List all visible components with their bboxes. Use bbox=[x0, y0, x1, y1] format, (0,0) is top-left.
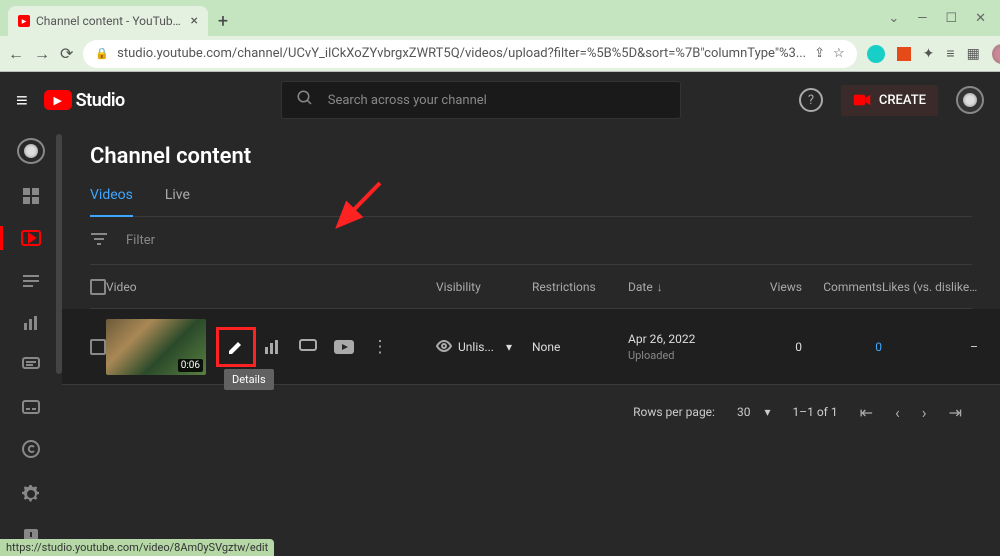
grid-icon[interactable]: ▦ bbox=[967, 46, 980, 62]
row-checkbox[interactable] bbox=[90, 339, 106, 355]
playlist-icon[interactable]: ≡ bbox=[946, 45, 954, 62]
extension-icon-1[interactable] bbox=[867, 45, 885, 63]
url-bar[interactable]: 🔒 studio.youtube.com/channel/UCvY_ilCkXo… bbox=[83, 40, 856, 68]
tab-videos[interactable]: Videos bbox=[90, 187, 133, 217]
select-all-checkbox[interactable] bbox=[90, 279, 106, 295]
browser-toolbar: ← → ⟳ 🔒 studio.youtube.com/channel/UCvY_… bbox=[0, 36, 1000, 72]
create-button[interactable]: CREATE bbox=[841, 85, 938, 116]
first-page-button[interactable]: ⇤ bbox=[860, 403, 873, 422]
analytics-button[interactable] bbox=[254, 329, 290, 365]
prev-page-button[interactable]: ‹ bbox=[895, 403, 900, 422]
maximize-icon[interactable]: ☐ bbox=[945, 11, 957, 26]
browser-status-link: https://studio.youtube.com/video/8Am0ySV… bbox=[0, 539, 274, 556]
tab-title: Channel content - YouTube Studi bbox=[36, 14, 185, 28]
video-duration: 0:06 bbox=[178, 359, 203, 372]
sidebar bbox=[0, 128, 62, 556]
column-video[interactable]: Video bbox=[106, 280, 436, 294]
url-text: studio.youtube.com/channel/UCvY_ilCkXoZY… bbox=[117, 46, 806, 61]
page-title: Channel content bbox=[90, 144, 972, 169]
forward-button[interactable]: → bbox=[34, 44, 50, 64]
filter-icon[interactable] bbox=[90, 230, 108, 251]
visibility-icon bbox=[436, 338, 452, 356]
table-header: Video Visibility Restrictions Date↓ View… bbox=[90, 265, 972, 309]
app: ≡ ▶ Studio Search across your channel ? … bbox=[0, 72, 1000, 556]
edit-details-button[interactable] bbox=[218, 329, 254, 365]
user-avatar[interactable] bbox=[956, 86, 984, 114]
extension-icons: ✦ ≡ ▦ ⋮ bbox=[867, 44, 1000, 64]
row-date: Apr 26, 2022 Uploaded bbox=[628, 332, 738, 362]
window-controls: ⌄ — ☐ ✕ bbox=[888, 11, 1000, 36]
search-icon bbox=[296, 89, 314, 111]
video-thumbnail[interactable]: 0:06 bbox=[106, 319, 206, 375]
comments-button[interactable] bbox=[290, 329, 326, 365]
sidebar-item-subtitles[interactable] bbox=[0, 387, 62, 427]
close-tab-icon[interactable]: × bbox=[191, 13, 198, 29]
sidebar-item-content[interactable] bbox=[0, 218, 62, 258]
column-likes[interactable]: Likes (vs. dislike... bbox=[882, 280, 982, 294]
youtube-link-button[interactable] bbox=[326, 329, 362, 365]
last-page-button[interactable]: ⇥ bbox=[949, 403, 962, 422]
sort-desc-icon: ↓ bbox=[657, 280, 663, 294]
close-window-icon[interactable]: ✕ bbox=[975, 11, 986, 26]
dropdown-icon: ▾ bbox=[764, 405, 770, 419]
studio-header: ≡ ▶ Studio Search across your channel ? … bbox=[0, 72, 1000, 128]
create-camera-icon bbox=[853, 93, 871, 107]
youtube-favicon bbox=[18, 15, 30, 27]
sidebar-item-analytics[interactable] bbox=[0, 303, 62, 343]
sidebar-channel-avatar[interactable] bbox=[17, 138, 45, 164]
next-page-button[interactable]: › bbox=[922, 403, 927, 422]
rows-per-page-label: Rows per page: bbox=[633, 405, 715, 419]
search-placeholder: Search across your channel bbox=[328, 93, 487, 108]
sidebar-item-settings[interactable] bbox=[0, 474, 62, 514]
column-views[interactable]: Views bbox=[738, 280, 802, 294]
tooltip-details: Details bbox=[224, 369, 274, 390]
logo-text: Studio bbox=[76, 90, 125, 111]
minimize-icon[interactable]: — bbox=[917, 11, 927, 26]
browser-tab[interactable]: Channel content - YouTube Studi × bbox=[8, 6, 208, 36]
column-comments[interactable]: Comments bbox=[802, 280, 882, 294]
sidebar-item-copyright[interactable] bbox=[0, 429, 62, 469]
browser-titlebar: Channel content - YouTube Studi × + ⌄ — … bbox=[0, 0, 1000, 36]
sidebar-item-comments[interactable] bbox=[0, 345, 62, 385]
create-label: CREATE bbox=[879, 93, 926, 108]
tab-live[interactable]: Live bbox=[165, 187, 190, 216]
extension-icon-2[interactable] bbox=[897, 47, 911, 61]
share-icon[interactable]: ⇪ bbox=[814, 46, 825, 61]
more-options-button[interactable]: ⋮ bbox=[362, 329, 398, 365]
column-date[interactable]: Date↓ bbox=[628, 280, 738, 294]
filter-row: Filter bbox=[90, 217, 972, 265]
studio-logo[interactable]: ▶ Studio bbox=[44, 90, 125, 111]
column-visibility[interactable]: Visibility bbox=[436, 280, 532, 294]
main-content: Channel content Videos Live Filter Video… bbox=[62, 128, 1000, 556]
lock-icon: 🔒 bbox=[95, 47, 109, 60]
row-restrictions: None bbox=[532, 340, 628, 354]
pagination: Rows per page: 30 ▾ 1–1 of 1 ⇤ ‹ › ⇥ bbox=[90, 385, 972, 439]
filter-input[interactable]: Filter bbox=[126, 233, 155, 248]
rows-per-page-select[interactable]: 30 ▾ bbox=[737, 405, 771, 419]
chevron-down-icon[interactable]: ⌄ bbox=[888, 11, 899, 26]
puzzle-icon[interactable]: ✦ bbox=[923, 46, 935, 62]
star-icon[interactable]: ☆ bbox=[833, 46, 845, 61]
profile-avatar[interactable] bbox=[992, 44, 1000, 64]
youtube-icon: ▶ bbox=[44, 90, 72, 110]
help-icon[interactable]: ? bbox=[799, 88, 823, 112]
row-comments[interactable]: 0 bbox=[802, 340, 882, 354]
sidebar-item-dashboard[interactable] bbox=[0, 176, 62, 216]
back-button[interactable]: ← bbox=[8, 44, 24, 64]
dropdown-icon: ▾ bbox=[506, 340, 512, 354]
row-likes: – bbox=[882, 340, 982, 354]
table-row[interactable]: 0:06 ⋮ Details Unlis... bbox=[62, 309, 1000, 385]
row-visibility[interactable]: Unlis... ▾ bbox=[436, 338, 532, 356]
pagination-range: 1–1 of 1 bbox=[792, 405, 837, 419]
row-views: 0 bbox=[738, 340, 802, 354]
hamburger-icon[interactable]: ≡ bbox=[16, 88, 28, 113]
sidebar-item-playlists[interactable] bbox=[0, 260, 62, 300]
new-tab-button[interactable]: + bbox=[208, 6, 238, 36]
content-tabs: Videos Live bbox=[90, 187, 972, 217]
reload-button[interactable]: ⟳ bbox=[60, 44, 73, 63]
search-input[interactable]: Search across your channel bbox=[281, 81, 681, 119]
column-restrictions[interactable]: Restrictions bbox=[532, 280, 628, 294]
